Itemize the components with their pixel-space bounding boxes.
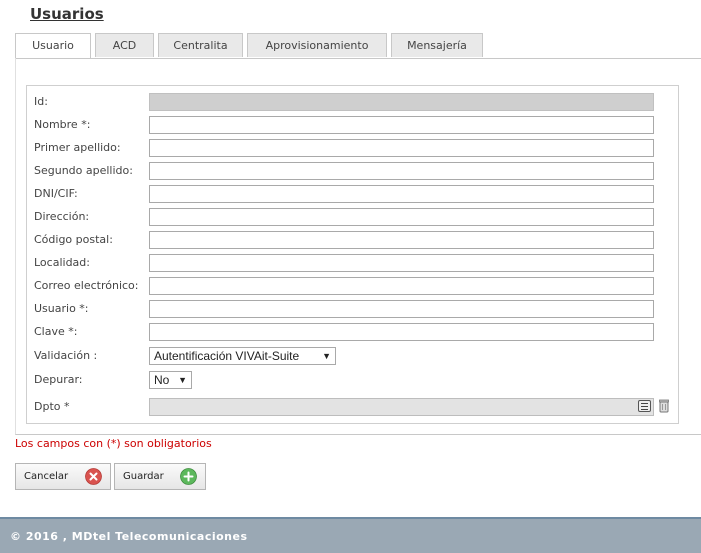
tab-acd[interactable]: ACD: [95, 33, 154, 57]
id-label: Id:: [34, 95, 48, 108]
copyright-text: © 2016 , MDtel Telecomunicaciones: [10, 530, 248, 543]
clave-input[interactable]: [149, 323, 654, 341]
tab-usuario[interactable]: Usuario: [15, 33, 91, 59]
dpto-field[interactable]: [149, 398, 654, 416]
segundo-apellido-label: Segundo apellido:: [34, 164, 133, 177]
primer-apellido-input[interactable]: [149, 139, 654, 157]
localidad-label: Localidad:: [34, 256, 90, 269]
trash-icon[interactable]: [659, 399, 669, 413]
tab-mensajeria[interactable]: Mensajería: [391, 33, 483, 57]
segundo-apellido-input[interactable]: [149, 162, 654, 180]
save-button-label: Guardar: [123, 471, 164, 482]
validacion-select[interactable]: Autentificación VIVAit-Suite ▼: [149, 347, 336, 365]
localidad-input[interactable]: [149, 254, 654, 272]
nombre-input[interactable]: [149, 116, 654, 134]
cancel-button-label: Cancelar: [24, 471, 69, 482]
list-icon[interactable]: [638, 400, 651, 412]
usuario-input[interactable]: [149, 300, 654, 318]
add-icon: [180, 468, 197, 485]
correo-input[interactable]: [149, 277, 654, 295]
codigo-postal-input[interactable]: [149, 231, 654, 249]
dpto-label: Dpto *: [34, 400, 70, 413]
footer: © 2016 , MDtel Telecomunicaciones: [0, 517, 701, 553]
dni-input[interactable]: [149, 185, 654, 203]
chevron-down-icon: ▼: [178, 375, 187, 385]
validacion-label: Validación :: [34, 349, 98, 362]
clave-label: Clave *:: [34, 325, 78, 338]
chevron-down-icon: ▼: [322, 351, 331, 361]
depurar-select[interactable]: No ▼: [149, 371, 192, 389]
page-title: Usuarios: [30, 5, 104, 23]
cancel-icon: [85, 468, 102, 485]
usuario-label: Usuario *:: [34, 302, 89, 315]
tab-aprovisionamiento[interactable]: Aprovisionamiento: [247, 33, 387, 57]
cancel-button[interactable]: Cancelar: [15, 463, 111, 490]
required-fields-note: Los campos con (*) son obligatorios: [15, 437, 212, 450]
tab-centralita[interactable]: Centralita: [158, 33, 243, 57]
save-button[interactable]: Guardar: [114, 463, 206, 490]
direccion-input[interactable]: [149, 208, 654, 226]
nombre-label: Nombre *:: [34, 118, 91, 131]
depurar-label: Depurar:: [34, 373, 83, 386]
correo-label: Correo electrónico:: [34, 279, 139, 292]
direccion-label: Dirección:: [34, 210, 90, 223]
primer-apellido-label: Primer apellido:: [34, 141, 121, 154]
depurar-value: No: [154, 373, 170, 387]
tab-bar: Usuario ACD Centralita Aprovisionamiento…: [15, 33, 487, 59]
dni-label: DNI/CIF:: [34, 187, 78, 200]
validacion-value: Autentificación VIVAit-Suite: [154, 349, 300, 363]
id-field: [149, 93, 654, 111]
codigo-postal-label: Código postal:: [34, 233, 113, 246]
